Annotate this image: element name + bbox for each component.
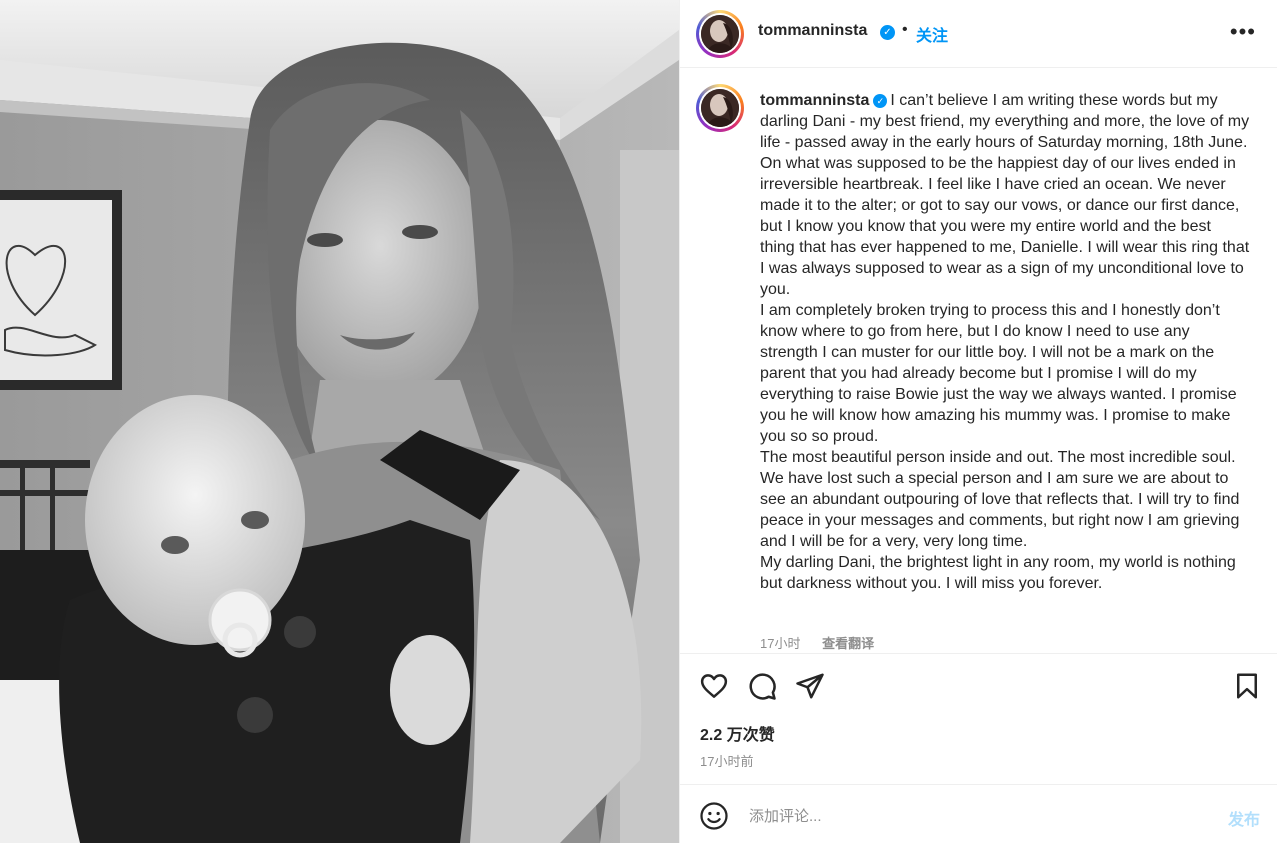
caption-paragraph-5: My darling Dani, the brightest light in … (760, 554, 1241, 592)
bookmark-icon[interactable] (1232, 671, 1262, 701)
action-bar (680, 665, 1277, 709)
avatar-image (701, 15, 739, 53)
post-image (0, 0, 679, 843)
emoji-icon[interactable] (699, 801, 729, 831)
heart-icon[interactable] (699, 671, 729, 701)
verified-badge-icon: ✓ (880, 25, 895, 40)
more-options-icon[interactable]: ••• (1230, 19, 1256, 45)
comment-input[interactable] (747, 803, 1191, 829)
caption-text: tommanninsta ✓ I can’t believe I am writin… (760, 90, 1250, 594)
caption-paragraph-2: On what was supposed to be the happiest … (760, 155, 1254, 298)
header-separator: • (902, 21, 908, 38)
comment-bar: 发布 (680, 784, 1277, 843)
follow-button[interactable]: 关注 (916, 22, 948, 46)
share-icon[interactable] (795, 671, 825, 701)
post-detail-panel: tommanninsta ✓ • 关注 ••• tommanninsta ✓ I c… (679, 0, 1277, 843)
comment-icon[interactable] (747, 671, 777, 701)
post-timestamp: 17小时前 (700, 754, 754, 769)
post-header: tommanninsta ✓ • 关注 ••• (680, 0, 1277, 68)
caption-meta: 17小时 查看翻译 (760, 633, 892, 652)
caption-avatar[interactable] (696, 84, 744, 132)
see-translation-link[interactable]: 查看翻译 (822, 636, 874, 651)
post-photo[interactable] (0, 0, 679, 843)
caption-avatar-image (701, 89, 739, 127)
avatar[interactable] (696, 10, 744, 58)
caption-time: 17小时 (760, 636, 801, 651)
caption-username[interactable]: tommanninsta (760, 92, 869, 109)
caption-verified-badge-icon: ✓ (873, 94, 888, 108)
caption-paragraph-4: The most beautiful person inside and out… (760, 449, 1244, 550)
header-username[interactable]: tommanninsta (758, 22, 867, 40)
likes-count[interactable]: 2.2 万次赞 (700, 721, 775, 745)
post-comment-button[interactable]: 发布 (1228, 806, 1260, 830)
caption-section: tommanninsta ✓ I can’t believe I am writin… (680, 69, 1277, 654)
caption-paragraph-3: I am completely broken trying to process… (760, 302, 1242, 445)
